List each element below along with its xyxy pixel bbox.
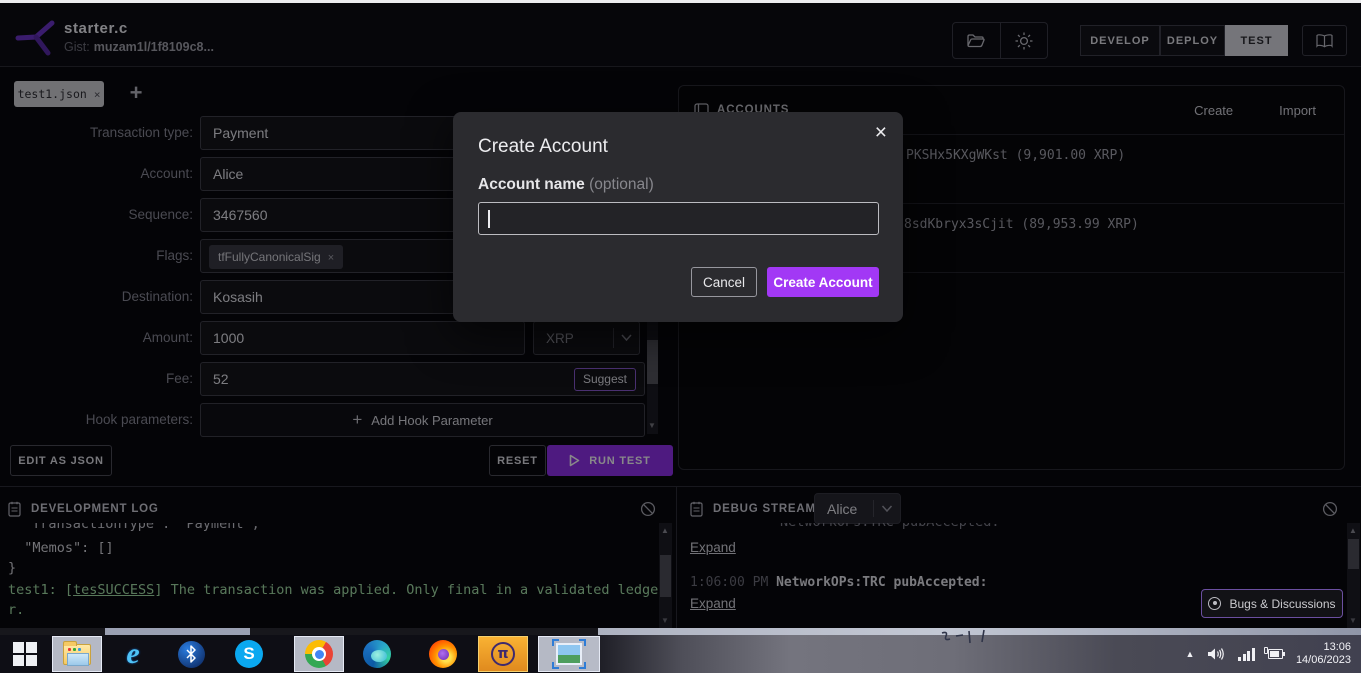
taskbar-clock[interactable]: 13:06 14/06/2023 [1296, 641, 1351, 668]
create-account-submit-button[interactable]: Create Account [767, 267, 879, 297]
window-top-edge [0, 0, 1361, 3]
show-hidden-icons-button[interactable]: ▲ [1186, 649, 1195, 659]
account-name-input[interactable] [478, 202, 879, 235]
skype-icon: S [235, 640, 263, 668]
photos-icon [552, 639, 586, 669]
start-button[interactable] [0, 636, 50, 672]
taskbar-internet-explorer[interactable]: e [108, 636, 158, 672]
taskbar-photos[interactable] [538, 636, 600, 672]
bluetooth-icon [177, 640, 205, 668]
taskbar-pi-network[interactable]: π [478, 636, 528, 672]
windows-taskbar: e S π ▲ 13:06 14/06/2023 [0, 635, 1361, 673]
desktop-sliver [0, 628, 1361, 635]
windows-logo-icon [13, 642, 37, 666]
tray-time: 13:06 [1323, 640, 1351, 653]
create-account-modal: × Create Account Account name (optional)… [453, 112, 903, 322]
screen: starter.c Gist: muzam1l/1f8109c8... DEVEL… [0, 0, 1361, 673]
taskbar-edge[interactable] [352, 636, 402, 672]
system-tray: ▲ 13:06 14/06/2023 [1186, 635, 1361, 673]
taskbar-file-explorer[interactable] [52, 636, 102, 672]
battery-icon[interactable] [1263, 647, 1286, 659]
optional-hint: (optional) [584, 176, 654, 193]
cancel-button[interactable]: Cancel [691, 267, 757, 297]
bugs-discussions-button[interactable]: Bugs & Discussions [1201, 589, 1343, 618]
taskbar-chrome[interactable] [294, 636, 344, 672]
close-icon[interactable]: × [875, 121, 887, 145]
discussion-icon [1208, 597, 1222, 610]
bugs-discussions-label: Bugs & Discussions [1229, 596, 1336, 611]
taskbar-bluetooth[interactable] [166, 636, 216, 672]
network-signal-icon[interactable] [1238, 647, 1255, 661]
taskbar-skype[interactable]: S [224, 636, 274, 672]
pi-network-icon: π [491, 642, 515, 666]
edge-icon [363, 640, 391, 668]
tray-date: 14/06/2023 [1295, 654, 1351, 666]
wallpaper-scribble [941, 629, 985, 644]
firefox-icon [429, 640, 457, 668]
volume-icon[interactable] [1207, 647, 1225, 661]
internet-explorer-icon: e [126, 637, 140, 670]
account-name-label: Account name (optional) [478, 176, 654, 193]
modal-title: Create Account [478, 136, 608, 157]
file-explorer-icon [63, 640, 91, 666]
chrome-icon [305, 640, 333, 668]
taskbar-firefox[interactable] [418, 636, 468, 672]
text-caret [488, 210, 490, 228]
